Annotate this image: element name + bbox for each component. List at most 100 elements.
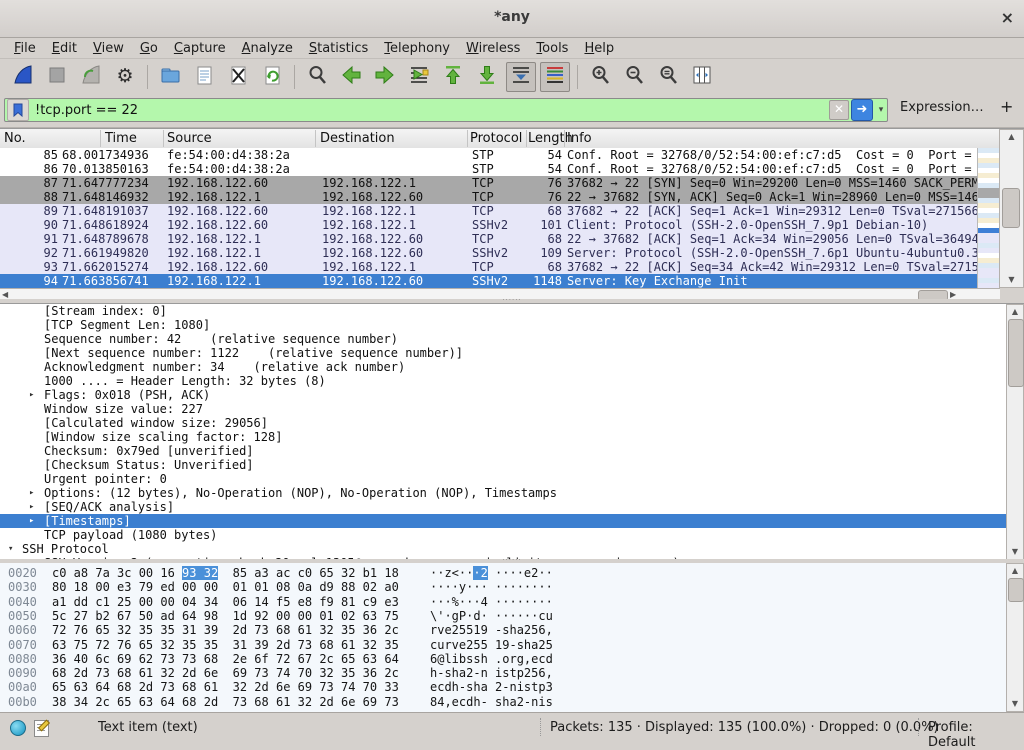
go-first-button[interactable]	[438, 62, 468, 92]
column-divider[interactable]	[467, 130, 468, 147]
intelligent-scrollbar-minimap[interactable]	[977, 148, 1000, 288]
detail-line[interactable]: [Checksum Status: Unverified]	[0, 458, 1006, 472]
menu-item-wireless[interactable]: Wireless	[458, 40, 528, 57]
menu-item-edit[interactable]: Edit	[44, 40, 85, 57]
close-file-button[interactable]	[223, 62, 253, 92]
hex-row-00a0[interactable]: 00a065 63 64 68 2d 73 68 61 32 2d 6e 69 …	[0, 680, 1006, 694]
save-file-button[interactable]	[189, 62, 219, 92]
hex-row-0020[interactable]: 0020c0 a8 7a 3c 00 16 93 32 85 a3 ac c0 …	[0, 566, 1006, 580]
zoom-in-button[interactable]	[585, 62, 615, 92]
detail-line[interactable]: [Calculated window size: 29056]	[0, 416, 1006, 430]
zoom-out-button[interactable]	[619, 62, 649, 92]
detail-line[interactable]: TCP payload (1080 bytes)	[0, 528, 1006, 542]
column-divider[interactable]	[526, 130, 527, 147]
detail-line[interactable]: Checksum: 0x79ed [unverified]	[0, 444, 1006, 458]
close-window-button[interactable]: ×	[1001, 8, 1014, 27]
detail-line[interactable]: ▸Flags: 0x018 (PSH, ACK)	[0, 388, 1006, 402]
filter-apply-button[interactable]: ➜	[851, 99, 873, 121]
add-filter-button[interactable]: +	[1000, 97, 1013, 116]
menu-item-statistics[interactable]: Statistics	[301, 40, 376, 57]
hex-row-0030[interactable]: 003080 18 00 e3 79 ed 00 00 01 01 08 0a …	[0, 580, 1006, 594]
menu-item-go[interactable]: Go	[132, 40, 166, 57]
column-divider[interactable]	[564, 130, 565, 147]
menu-item-tools[interactable]: Tools	[528, 40, 576, 57]
column-header-no[interactable]: No.	[4, 131, 26, 146]
filter-clear-button[interactable]: ✕	[829, 100, 849, 120]
column-divider[interactable]	[315, 130, 316, 147]
packet-row-88[interactable]: 8871.648146932192.168.122.1192.168.122.6…	[0, 190, 977, 204]
packet-row-90[interactable]: 9071.648618924192.168.122.60192.168.122.…	[0, 218, 977, 232]
packet-row-94[interactable]: 9471.663856741192.168.122.1192.168.122.6…	[0, 274, 977, 288]
tree-collapsed-icon[interactable]: ▸	[29, 388, 34, 402]
filter-history-caret[interactable]: ▾	[875, 100, 887, 120]
go-back-button[interactable]	[336, 62, 366, 92]
open-file-button[interactable]	[155, 62, 185, 92]
hex-row-0070[interactable]: 007063 75 72 76 65 32 35 35 31 39 2d 73 …	[0, 638, 1006, 652]
detail-line[interactable]: ▸Options: (12 bytes), No-Operation (NOP)…	[0, 486, 1006, 500]
menu-item-view[interactable]: View	[85, 40, 132, 57]
filter-bookmark-button[interactable]	[7, 99, 29, 121]
start-capture-button[interactable]	[8, 62, 38, 92]
go-to-packet-button[interactable]	[404, 62, 434, 92]
column-header-destination[interactable]: Destination	[320, 131, 395, 146]
hex-row-0090[interactable]: 009068 2d 73 68 61 32 2d 6e 69 73 74 70 …	[0, 666, 1006, 680]
packet-row-89[interactable]: 8971.648191037192.168.122.60192.168.122.…	[0, 204, 977, 218]
capture-comment-icon[interactable]	[34, 720, 49, 737]
bytes-vscrollbar[interactable]: ▲ ▼	[1006, 563, 1024, 712]
packet-row-86[interactable]: 8670.013850163fe:54:00:d4:38:2aSTP54Conf…	[0, 162, 977, 176]
detail-line[interactable]: [Next sequence number: 1122 (relative se…	[0, 346, 1006, 360]
column-divider[interactable]	[100, 130, 101, 147]
detail-line[interactable]: Acknowledgment number: 34 (relative ack …	[0, 360, 1006, 374]
hex-row-00b0[interactable]: 00b038 34 2c 65 63 64 68 2d 73 68 61 32 …	[0, 695, 1006, 709]
menu-item-telephony[interactable]: Telephony	[376, 40, 458, 57]
packet-row-91[interactable]: 9171.648789678192.168.122.1192.168.122.6…	[0, 232, 977, 246]
profile-label[interactable]: Profile: Default	[928, 720, 1024, 750]
detail-line[interactable]: [Stream index: 0]	[0, 304, 1006, 318]
auto-scroll-button[interactable]	[506, 62, 536, 92]
menu-item-file[interactable]: File	[6, 40, 44, 57]
scroll-down-icon[interactable]: ▼	[1000, 274, 1023, 286]
stop-capture-button[interactable]	[42, 62, 72, 92]
go-last-button[interactable]	[472, 62, 502, 92]
hex-row-0080[interactable]: 008036 40 6c 69 62 73 73 68 2e 6f 72 67 …	[0, 652, 1006, 666]
column-header-source[interactable]: Source	[167, 131, 212, 146]
menu-item-help[interactable]: Help	[576, 40, 622, 57]
scroll-up-icon[interactable]: ▲	[1007, 565, 1023, 577]
restart-capture-button[interactable]	[76, 62, 106, 92]
column-header-time[interactable]: Time	[105, 131, 137, 146]
column-divider[interactable]	[163, 130, 164, 147]
tree-collapsed-icon[interactable]: ▸	[29, 486, 34, 500]
colorize-button[interactable]	[540, 62, 570, 92]
detail-line[interactable]: ▸[SEQ/ACK analysis]	[0, 500, 1006, 514]
column-header-protocol[interactable]: Protocol	[470, 131, 522, 146]
expert-info-icon[interactable]	[10, 720, 26, 736]
detail-line[interactable]: Sequence number: 42 (relative sequence n…	[0, 332, 1006, 346]
tree-expanded-icon[interactable]: ▾	[8, 542, 13, 556]
hex-row-0050[interactable]: 00505c 27 b2 67 50 ad 64 98 1d 92 00 00 …	[0, 609, 1006, 623]
packet-row-85[interactable]: 8568.001734936fe:54:00:d4:38:2aSTP54Conf…	[0, 148, 977, 162]
detail-line[interactable]: [TCP Segment Len: 1080]	[0, 318, 1006, 332]
detail-line[interactable]: 1000 .... = Header Length: 32 bytes (8)	[0, 374, 1006, 388]
scroll-down-icon[interactable]: ▼	[1007, 698, 1023, 710]
detail-line[interactable]: Window size value: 227	[0, 402, 1006, 416]
scrollbar-thumb[interactable]	[1008, 319, 1024, 387]
find-packet-button[interactable]	[302, 62, 332, 92]
hex-row-0040[interactable]: 0040a1 dd c1 25 00 00 04 34 06 14 f5 e8 …	[0, 595, 1006, 609]
detail-line[interactable]: Urgent pointer: 0	[0, 472, 1006, 486]
go-forward-button[interactable]	[370, 62, 400, 92]
expression-button[interactable]: Expression…	[900, 100, 984, 115]
menu-item-capture[interactable]: Capture	[166, 40, 234, 57]
capture-options-button[interactable]: ⚙	[110, 62, 140, 92]
tree-collapsed-icon[interactable]: ▸	[29, 500, 34, 514]
packet-row-92[interactable]: 9271.661949820192.168.122.1192.168.122.6…	[0, 246, 977, 260]
display-filter-input[interactable]: !tcp.port == 22 ✕ ➜ ▾	[4, 98, 888, 122]
scroll-up-icon[interactable]: ▲	[1000, 131, 1023, 143]
tree-collapsed-icon[interactable]: ▸	[29, 514, 34, 528]
packet-list-vscrollbar[interactable]: ▲ ▼	[999, 129, 1024, 288]
zoom-original-button[interactable]	[653, 62, 683, 92]
scroll-up-icon[interactable]: ▲	[1007, 306, 1023, 318]
column-header-info[interactable]: Info	[567, 131, 592, 146]
menu-item-analyze[interactable]: Analyze	[234, 40, 301, 57]
packet-list-header[interactable]: No.TimeSourceDestinationProtocolLengthIn…	[0, 129, 1000, 149]
details-vscrollbar[interactable]: ▲ ▼	[1006, 304, 1024, 560]
